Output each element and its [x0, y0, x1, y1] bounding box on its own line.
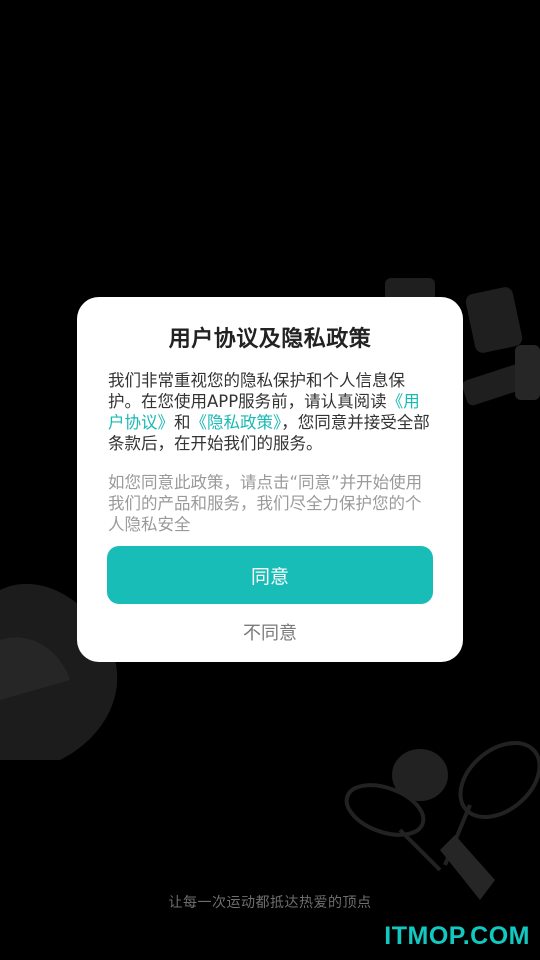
privacy-policy-link[interactable]: 《隐私政策》 — [191, 413, 282, 432]
site-watermark: ITMOP.COM — [384, 922, 530, 950]
body-text-part-1: 我们非常重视您的隐私保护和个人信息保护。在您使用APP服务前，请认真阅读 — [108, 371, 405, 411]
dialog-body-text: 我们非常重视您的隐私保护和个人信息保护。在您使用APP服务前，请认真阅读《用户协… — [108, 370, 434, 454]
body-and-text: 和 — [174, 413, 191, 432]
dialog-title: 用户协议及隐私政策 — [168, 327, 372, 352]
dialog-note-text: 如您同意此政策，请点击“同意”并开始使用我们的产品和服务，我们尽全力保护您的个人… — [108, 473, 423, 534]
app-slogan: 让每一次运动都抵达热爱的顶点 — [168, 895, 372, 911]
tennis-rackets-icon — [344, 741, 540, 900]
agree-button[interactable]: 同意 — [107, 546, 433, 604]
privacy-dialog: 用户协议及隐私政策 我们非常重视您的隐私保护和个人信息保护。在您使用APP服务前… — [77, 297, 463, 662]
disagree-button[interactable]: 不同意 — [77, 619, 463, 645]
